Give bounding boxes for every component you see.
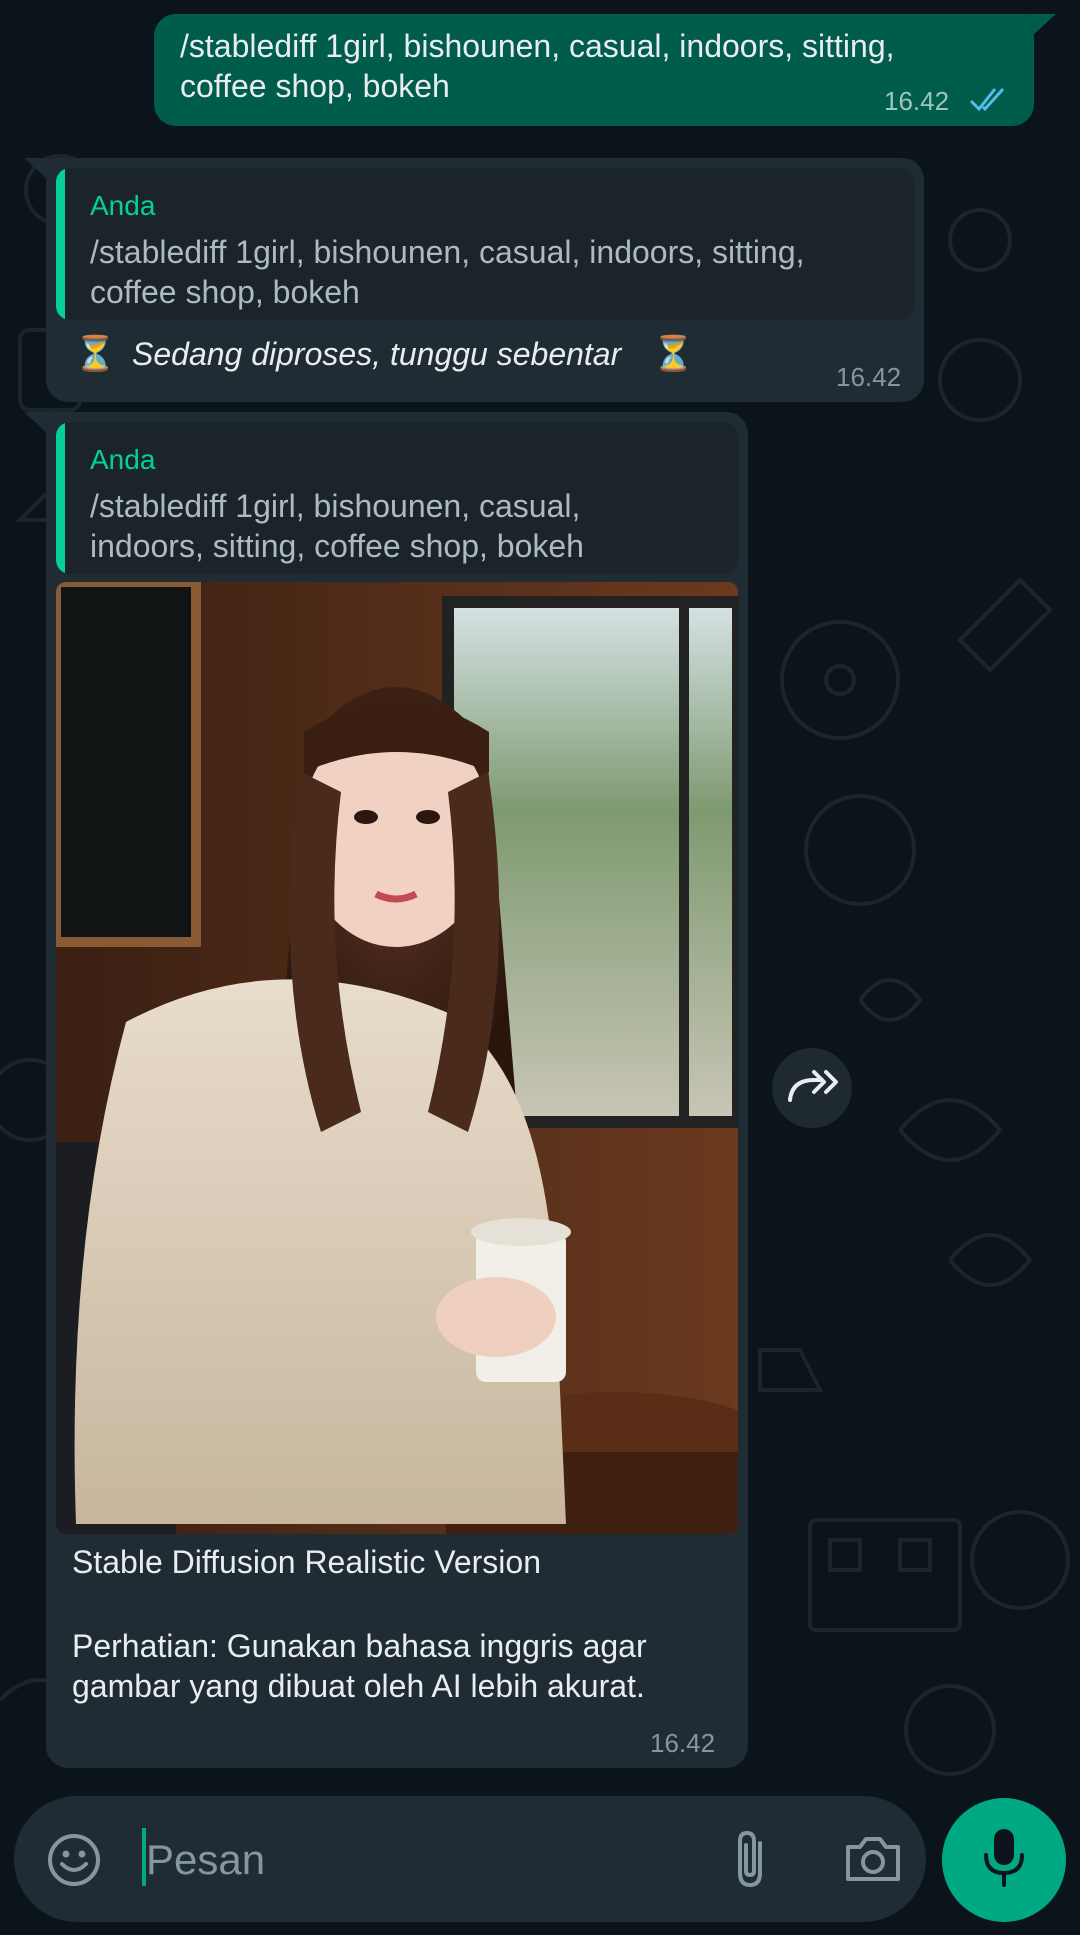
forward-button[interactable] — [772, 1048, 852, 1128]
forward-icon — [784, 1066, 840, 1111]
outgoing-message-bubble[interactable]: /stablediff 1girl, bishounen, casual, in… — [154, 14, 1056, 126]
message-time: 16.42 — [884, 86, 950, 116]
quote-text: /stablediff 1girl, bishounen, casual, in… — [90, 488, 584, 564]
bubble-tail — [24, 412, 48, 434]
photo-illustration — [56, 582, 738, 1534]
quoted-message[interactable]: Anda /stablediff 1girl, bishounen, casua… — [56, 422, 738, 574]
message-time: 16.42 — [836, 362, 902, 392]
incoming-image-bubble[interactable]: Anda /stablediff 1girl, bishounen, casua… — [24, 412, 748, 1768]
caption-note: Perhatian: Gunakan bahasa inggris agar g… — [72, 1628, 647, 1704]
message-text: /stablediff 1girl, bishounen, casual, in… — [180, 28, 895, 104]
quote-text: /stablediff 1girl, bishounen, casual, in… — [90, 234, 805, 310]
hourglass-icon: ⏳ — [652, 335, 695, 373]
generated-photo[interactable] — [56, 582, 738, 1534]
message-input-bar[interactable]: Pesan — [14, 1796, 926, 1922]
paperclip-icon[interactable] — [720, 1826, 784, 1892]
quoted-message[interactable]: Anda /stablediff 1girl, bishounen, casua… — [56, 168, 914, 320]
hourglass-icon: ⏳ — [74, 335, 117, 373]
message-input-placeholder[interactable]: Pesan — [146, 1836, 265, 1884]
incoming-reply-bubble[interactable]: Anda /stablediff 1girl, bishounen, casua… — [24, 158, 924, 402]
double-check-read-icon — [966, 84, 1014, 116]
voice-message-button[interactable] — [942, 1798, 1066, 1922]
camera-icon[interactable] — [840, 1830, 906, 1888]
quote-author: Anda — [90, 190, 156, 221]
caption-title: Stable Diffusion Realistic Version — [72, 1544, 541, 1580]
emoji-icon[interactable] — [42, 1828, 106, 1892]
quote-accent-bar — [56, 168, 65, 320]
bubble-tail — [1032, 14, 1056, 36]
message-time: 16.42 — [650, 1728, 716, 1758]
microphone-icon — [982, 1827, 1026, 1894]
processing-text: Sedang diproses, tunggu sebentar — [132, 336, 622, 372]
bubble-tail — [24, 158, 48, 180]
quote-accent-bar — [56, 422, 65, 574]
quote-author: Anda — [90, 444, 156, 475]
